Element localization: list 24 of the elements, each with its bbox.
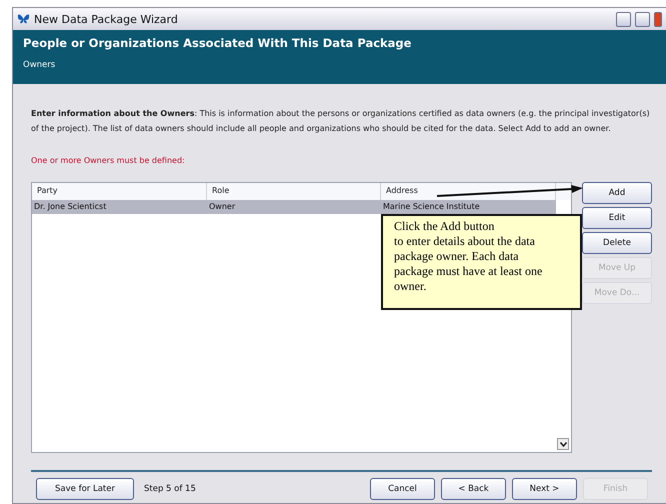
chevron-down-icon (560, 442, 566, 446)
callout-tooltip: Click the Add button to enter details about the data package owner. Each data package must have at least one owner. (381, 214, 582, 310)
side-button[interactable]: Edit (582, 207, 652, 229)
footer-button[interactable]: < Back (441, 478, 506, 500)
minimize-button[interactable] (616, 12, 631, 26)
side-button[interactable]: Add (582, 182, 652, 204)
error-message: One or more Owners must be defined: (31, 156, 186, 165)
close-button[interactable] (654, 12, 662, 26)
instructions-text: Enter information about the Owners: This is information about the persons or organizations certified as data owners (e.g. the principal investigator(s) of the project). The list of data owners should include all people and organizations who should be cited for the data. Select Add to add an owner. (31, 108, 651, 135)
window-title: New Data Package Wizard (34, 12, 179, 26)
table-cell-text: Owner (208, 201, 236, 213)
scroll-down-button[interactable] (557, 438, 569, 450)
page-subtitle: Owners (23, 60, 56, 70)
side-button[interactable]: Delete (582, 232, 652, 254)
table-cell-text: Marine Science Institute (382, 201, 481, 213)
maximize-button[interactable] (635, 12, 650, 26)
save-for-later-button[interactable]: Save for Later (36, 478, 134, 500)
footer-button[interactable]: Cancel (370, 478, 435, 500)
table-cell-text: Dr. Jone Scienticst (33, 201, 108, 213)
page-title: People or Organizations Associated With This Data Package (23, 36, 412, 50)
table-row[interactable]: Dr. Jone Scienticst Owner Marine Science Institute (32, 200, 556, 214)
step-indicator: Step 5 of 15 (144, 484, 197, 494)
butterfly-icon (17, 14, 30, 24)
footer-button[interactable]: Next > (512, 478, 577, 500)
